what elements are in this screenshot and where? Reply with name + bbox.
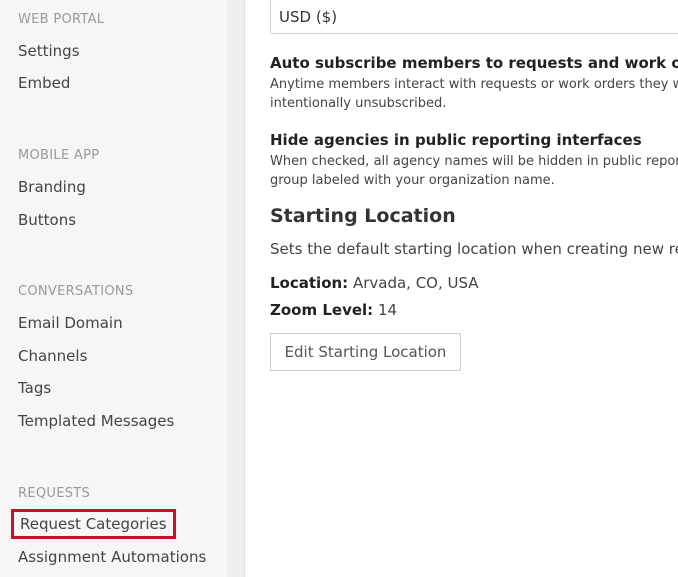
zoom-level-row: Zoom Level: 14 (270, 301, 397, 319)
sidebar-item-branding[interactable]: Branding (18, 178, 86, 196)
section-heading-requests: REQUESTS (18, 486, 91, 501)
hide-agencies-desc-line2: group labeled with your organization nam… (270, 173, 555, 188)
hide-agencies-title[interactable]: Hide agencies in public reporting interf… (270, 131, 642, 149)
starting-location-desc: Sets the default starting location when … (270, 240, 678, 258)
auto-subscribe-desc-line2: intentionally unsubscribed. (270, 96, 447, 111)
sidebar-item-buttons[interactable]: Buttons (18, 211, 76, 229)
edit-starting-location-button[interactable]: Edit Starting Location (270, 333, 461, 371)
sidebar-item-email-domain[interactable]: Email Domain (18, 314, 123, 332)
sidebar-item-tags[interactable]: Tags (18, 379, 51, 397)
sidebar-item-templated-messages[interactable]: Templated Messages (18, 412, 174, 430)
location-row: Location: Arvada, CO, USA (270, 274, 479, 292)
settings-content: USD ($) Auto subscribe members to reques… (245, 0, 678, 577)
hide-agencies-desc-line1: When checked, all agency names will be h… (270, 154, 678, 169)
zoom-level-label: Zoom Level: (270, 301, 374, 319)
location-value: Arvada, CO, USA (352, 274, 479, 292)
currency-select[interactable]: USD ($) (270, 0, 678, 34)
sidebar-item-request-categories[interactable]: Request Categories (11, 509, 176, 539)
sidebar-item-embed[interactable]: Embed (18, 74, 70, 92)
sidebar-item-settings[interactable]: Settings (18, 42, 80, 60)
sidebar-item-channels[interactable]: Channels (18, 347, 87, 365)
auto-subscribe-title[interactable]: Auto subscribe members to requests and w… (270, 54, 678, 72)
location-label: Location: (270, 274, 349, 292)
zoom-level-value: 14 (377, 301, 398, 319)
settings-sidebar: WEB PORTAL Settings Embed MOBILE APP Bra… (0, 0, 227, 577)
starting-location-heading: Starting Location (270, 205, 456, 227)
section-heading-web-portal: WEB PORTAL (18, 12, 105, 27)
section-heading-mobile-app: MOBILE APP (18, 148, 100, 163)
content-gutter (227, 0, 245, 577)
auto-subscribe-desc-line1: Anytime members interact with requests o… (270, 77, 678, 92)
section-heading-conversations: CONVERSATIONS (18, 284, 134, 299)
sidebar-item-assignment-automations[interactable]: Assignment Automations (18, 548, 206, 566)
